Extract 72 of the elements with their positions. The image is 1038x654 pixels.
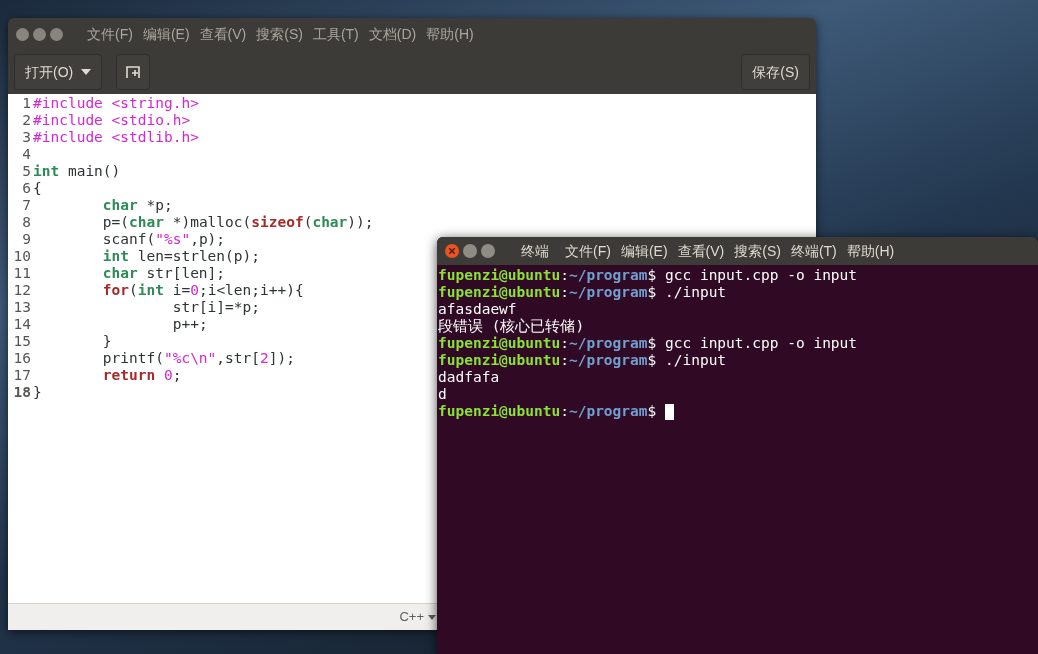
maximize-button[interactable]	[481, 244, 495, 258]
line-number: 2	[21, 112, 32, 129]
line-number: 14	[12, 316, 32, 333]
code-line: #include <stdlib.h>	[33, 129, 199, 146]
code-line: int main()	[33, 163, 121, 180]
output-line: afasdaewf	[438, 301, 517, 318]
code-line: #include <stdio.h>	[33, 112, 191, 129]
new-tab-button[interactable]	[116, 54, 151, 90]
prompt-line: fupenzi@ubuntu:~/program$ gcc input.cpp -o input	[438, 335, 858, 352]
code-line: }	[33, 384, 42, 401]
line-number: 8	[21, 214, 32, 231]
code-line: p++;	[171, 316, 208, 333]
code-line: return 0;	[101, 367, 182, 384]
code-line: #include <string.h>	[33, 95, 199, 112]
close-button[interactable]	[16, 27, 29, 41]
code-line: char *p;	[101, 197, 173, 214]
menu-item[interactable]: 编辑(E)	[620, 240, 668, 262]
line-number: 5	[21, 163, 32, 180]
code-line: scanf("%s",p);	[101, 231, 226, 248]
code-line: str[i]=*p;	[171, 299, 260, 316]
line-number: 15	[12, 333, 32, 350]
language-selector[interactable]: C++	[399, 607, 436, 627]
line-number: 6	[21, 180, 32, 197]
menu-item[interactable]: 帮助(H)	[846, 240, 895, 262]
window-title: 终端	[521, 241, 549, 261]
prompt-line: fupenzi@ubuntu:~/program$ gcc input.cpp -o input	[438, 267, 858, 284]
minimize-button[interactable]	[463, 244, 477, 258]
caret-icon	[81, 69, 92, 75]
menu-item[interactable]: 搜索(S)	[256, 23, 303, 45]
close-button[interactable]	[445, 244, 459, 258]
line-number: 1	[21, 95, 32, 112]
open-button[interactable]: 打开(O)	[14, 54, 103, 90]
line-number: 4	[21, 146, 32, 163]
line-number: 9	[21, 231, 32, 248]
code-line: printf("%c\n",str[2]);	[101, 350, 295, 367]
menu-item[interactable]: 终端(T)	[790, 240, 837, 262]
menu-item[interactable]: 帮助(H)	[426, 23, 474, 45]
menu-item[interactable]: 查看(V)	[677, 240, 725, 262]
menu-item[interactable]: 查看(V)	[199, 23, 247, 45]
code-line: {	[33, 180, 42, 197]
output-line: dadfafa	[438, 369, 500, 386]
line-number: 10	[12, 248, 32, 265]
line-number: 3	[21, 129, 32, 146]
menu-item[interactable]: 文档(D)	[368, 23, 417, 45]
output-line: 段错误 (核心已转储)	[438, 318, 585, 335]
maximize-button[interactable]	[50, 27, 63, 41]
line-number: 12	[12, 282, 32, 299]
menu-item[interactable]: 工具(T)	[312, 23, 359, 45]
code-line: }	[101, 333, 112, 350]
menu-item[interactable]: 编辑(E)	[142, 23, 190, 45]
line-number: 11	[12, 265, 32, 282]
output-line: d	[438, 386, 447, 403]
menu-item[interactable]: 文件(F)	[565, 240, 611, 262]
line-number: 17	[12, 367, 32, 384]
code-line: for(int i=0;i<len;i++){	[101, 282, 304, 299]
line-number: 16	[12, 350, 32, 367]
line-number: 13	[12, 299, 32, 316]
prompt-line: fupenzi@ubuntu:~/program$ ./input	[438, 284, 727, 301]
line-number: 18	[12, 384, 32, 401]
code-line: p=(char *)malloc(sizeof(char));	[101, 214, 374, 231]
code-line: int len=strlen(p);	[101, 248, 260, 265]
prompt-line: fupenzi@ubuntu:~/program$ ./input	[438, 352, 727, 369]
prompt-line: fupenzi@ubuntu:~/program$	[438, 403, 658, 420]
save-button[interactable]: 保存(S)	[741, 54, 810, 90]
new-tab-icon	[126, 65, 141, 79]
minimize-button[interactable]	[33, 27, 46, 41]
caret-icon	[428, 614, 436, 620]
menu-item[interactable]: 文件(F)	[87, 23, 133, 45]
code-line: char str[len];	[101, 265, 226, 282]
close-icon	[449, 248, 455, 254]
menu-item[interactable]: 搜索(S)	[734, 240, 781, 262]
line-number: 7	[21, 197, 32, 214]
